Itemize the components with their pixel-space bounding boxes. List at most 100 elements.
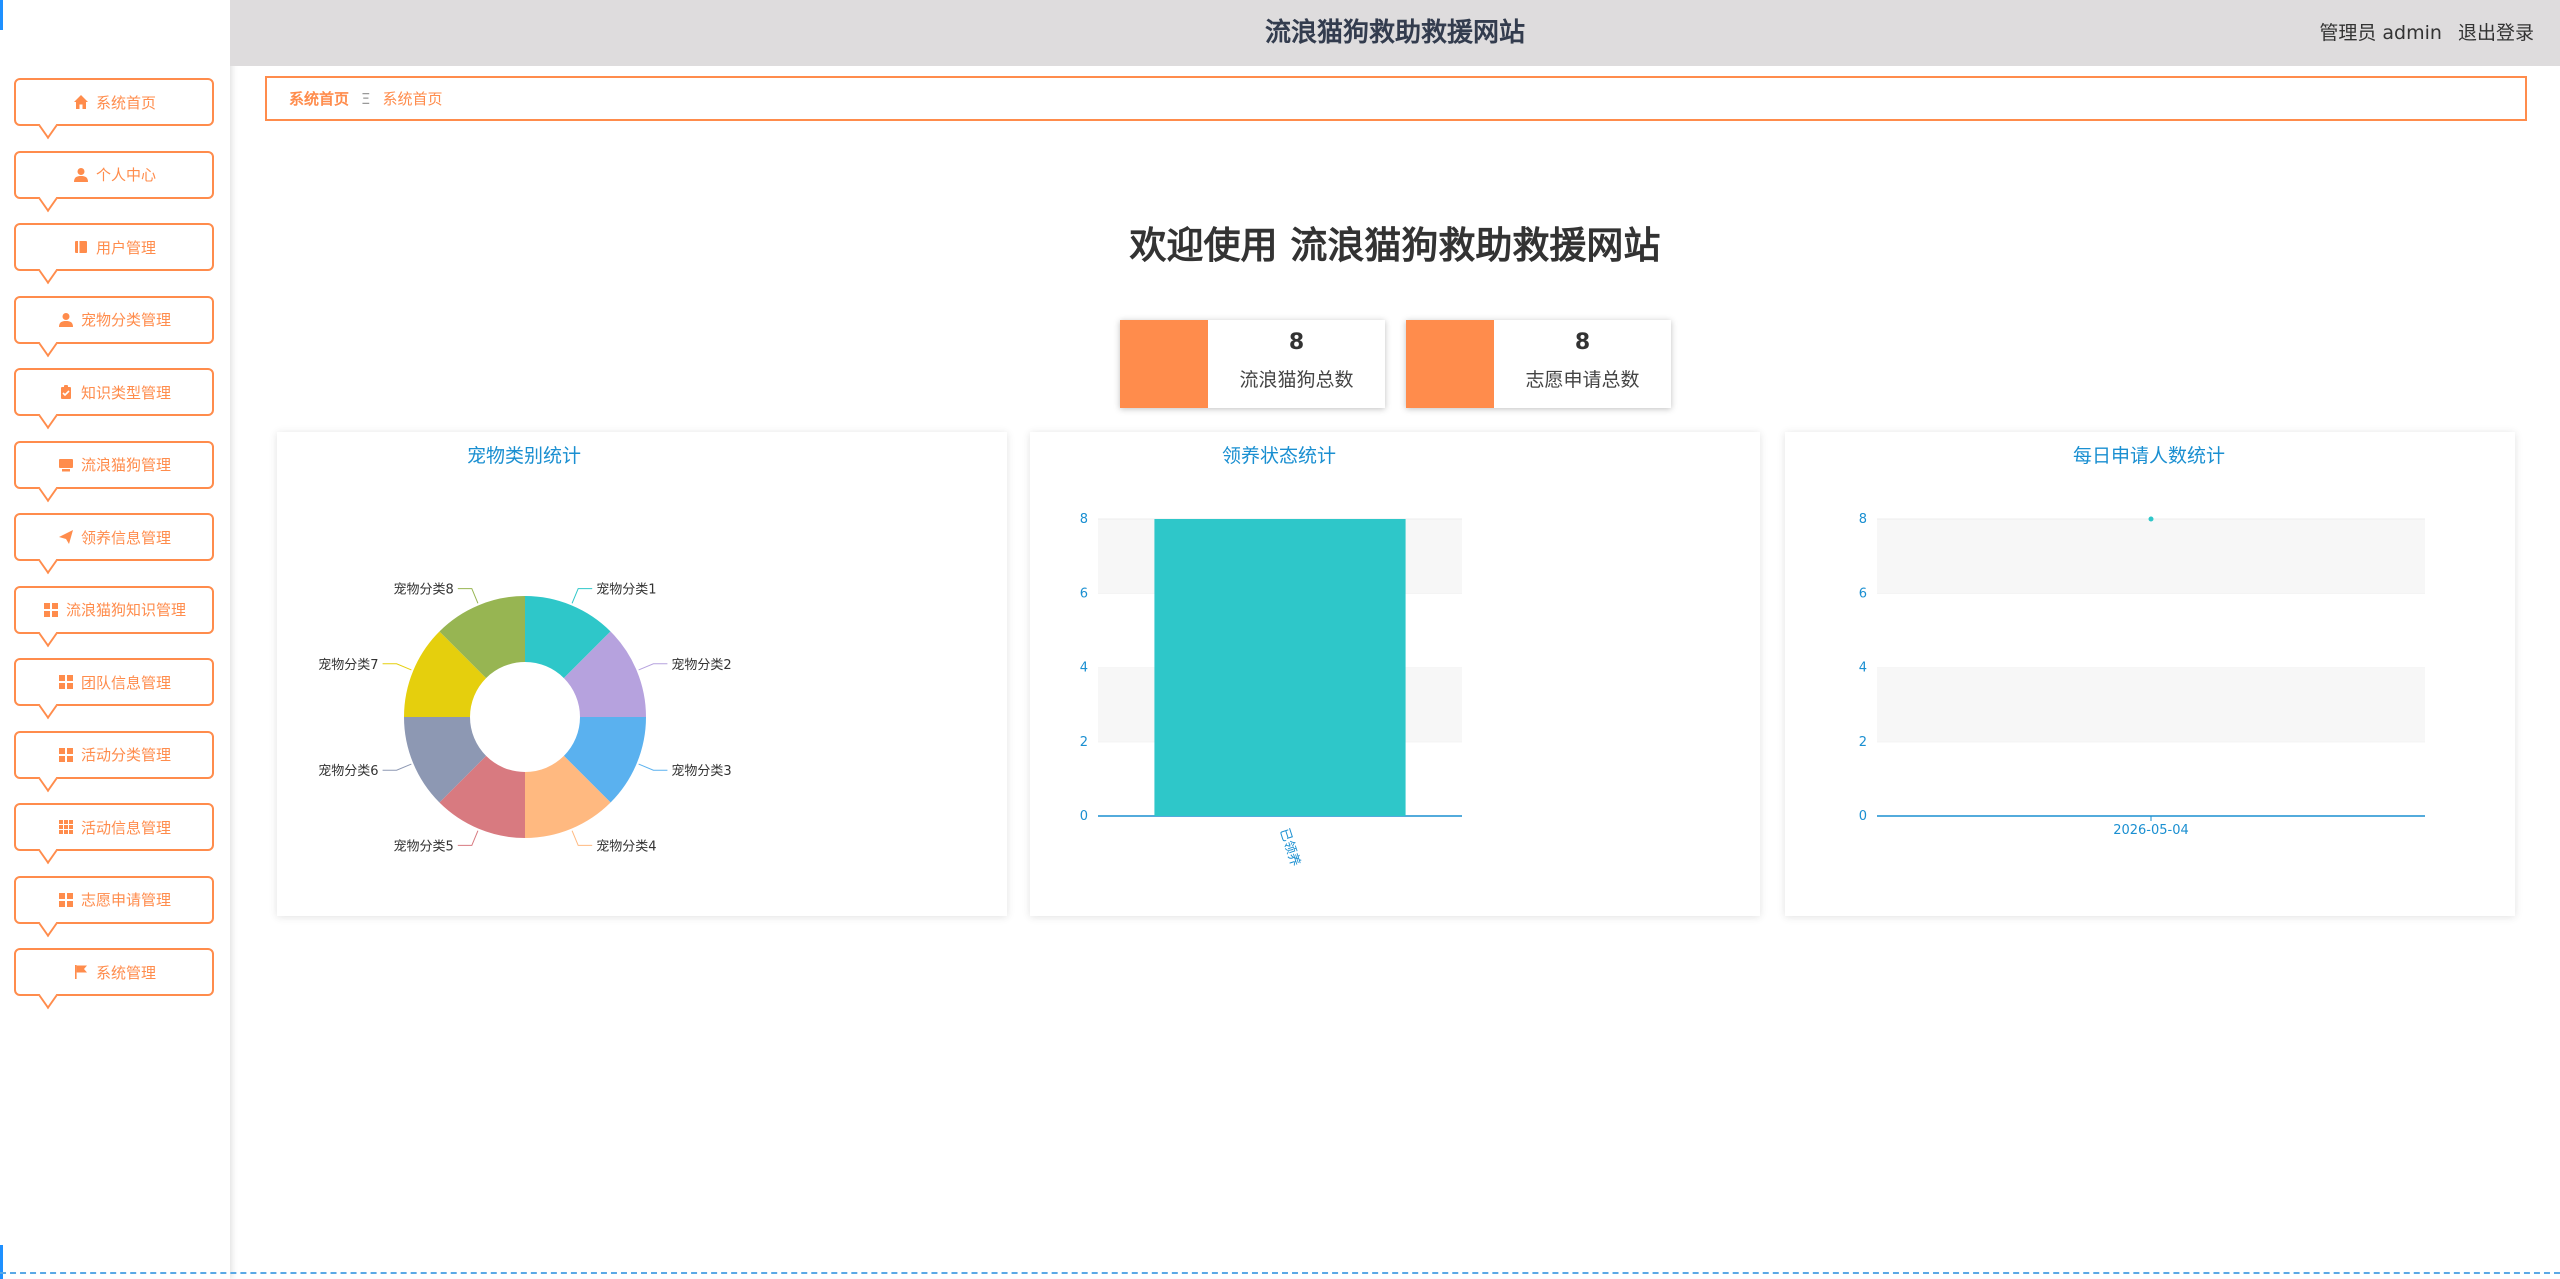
breadcrumb-home[interactable]: 系统首页 bbox=[289, 88, 349, 109]
chart-title: 领养状态统计 bbox=[1222, 445, 1336, 467]
sidebar-item-8[interactable]: 团队信息管理 bbox=[14, 658, 214, 706]
stat-label: 志愿申请总数 bbox=[1525, 369, 1640, 391]
pie-label-line bbox=[457, 830, 479, 846]
sidebar-item-label: 领养信息管理 bbox=[80, 528, 171, 547]
sidebar-item-6[interactable]: 领养信息管理 bbox=[14, 513, 214, 561]
sidebar-item-label: 活动分类管理 bbox=[80, 746, 171, 764]
sidebar-item-1[interactable]: 个人中心 bbox=[14, 150, 214, 199]
sidebar-item-label: 用户管理 bbox=[95, 238, 156, 257]
pie-label: 宠物分类7 bbox=[318, 657, 378, 673]
clipboard-icon bbox=[57, 383, 75, 401]
stat-value: 8 bbox=[1574, 330, 1591, 355]
sidebar-item-label: 个人中心 bbox=[95, 166, 156, 184]
pie-label-line bbox=[638, 763, 668, 771]
sidebar-item-label: 系统管理 bbox=[95, 963, 156, 982]
y-tick-label: 6 bbox=[1080, 586, 1088, 601]
y-tick-label: 8 bbox=[1859, 512, 1867, 527]
sidebar-item-10[interactable]: 活动信息管理 bbox=[14, 803, 214, 851]
app-root: 系统首页 个人中心 用户管理 宠物分类管理 知识类型管理 流浪猫狗管理 领养信息管理 流浪猫狗… bbox=[0, 0, 2560, 1279]
pie-label-line bbox=[638, 663, 668, 671]
grid-band bbox=[1877, 519, 2425, 594]
monitor-icon bbox=[57, 456, 75, 474]
grid-icon bbox=[57, 891, 75, 909]
sidebar-item-5[interactable]: 流浪猫狗管理 bbox=[14, 440, 214, 489]
site-title: 流浪猫狗救助救援网站 bbox=[1264, 18, 1525, 48]
sidebar-item-7[interactable]: 流浪猫狗知识管理 bbox=[14, 585, 214, 634]
sidebar-item-4[interactable]: 知识类型管理 bbox=[14, 368, 214, 416]
y-tick-label: 4 bbox=[1859, 661, 1867, 676]
scatter-chart: 每日申请人数统计 0 2 4 6 8 2026-05-04 bbox=[1859, 445, 2425, 838]
stat-card-applications: 8 志愿申请总数 bbox=[1406, 320, 1671, 408]
grid-icon bbox=[42, 601, 60, 619]
bar-chart: 领养状态统计 0 2 4 6 8 已领养 bbox=[1080, 445, 1462, 868]
pie-label: 宠物分类5 bbox=[394, 838, 454, 854]
pie-label-line bbox=[571, 830, 593, 846]
send-icon bbox=[57, 528, 75, 546]
user-icon bbox=[57, 311, 75, 329]
y-tick-label: 6 bbox=[1859, 586, 1867, 601]
welcome-heading: 欢迎使用 流浪猫狗救助救援网站 bbox=[1129, 224, 1661, 267]
bar bbox=[1154, 519, 1406, 816]
breadcrumb-separator: Ξ bbox=[361, 89, 371, 108]
home-icon bbox=[72, 93, 90, 111]
logout-link[interactable]: 退出登录 bbox=[2458, 22, 2534, 44]
pie-label-line bbox=[571, 588, 593, 604]
sidebar-item-0[interactable]: 系统首页 bbox=[14, 78, 214, 126]
pie-label: 宠物分类4 bbox=[596, 838, 656, 854]
stat-label: 流浪猫狗总数 bbox=[1239, 369, 1354, 391]
sidebar-item-9[interactable]: 活动分类管理 bbox=[14, 730, 214, 779]
chart-title: 宠物类别统计 bbox=[467, 445, 581, 467]
y-tick-label: 0 bbox=[1859, 809, 1867, 824]
breadcrumb: 系统首页 Ξ 系统首页 bbox=[265, 76, 2527, 121]
pie-label: 宠物分类1 bbox=[596, 582, 656, 598]
sidebar-item-2[interactable]: 用户管理 bbox=[14, 223, 214, 271]
sidebar-item-12[interactable]: 系统管理 bbox=[14, 948, 214, 996]
grid-icon bbox=[57, 673, 75, 691]
sidebar-item-label: 活动信息管理 bbox=[80, 818, 171, 837]
apps-icon bbox=[57, 818, 75, 836]
pie-chart: 宠物类别统计宠物分类1 宠物分类2 宠物分类3 宠物分类4 宠物分类5 宠物分类6 宠物分类… bbox=[318, 445, 731, 854]
admin-label: 管理员 admin bbox=[2319, 22, 2442, 44]
grid-band bbox=[1877, 667, 2425, 742]
sidebar-item-3[interactable]: 宠物分类管理 bbox=[14, 295, 214, 344]
breadcrumb-current: 系统首页 bbox=[382, 90, 443, 108]
sidebar: 系统首页个人中心用户管理宠物分类管理 知识类型管理 流浪猫狗管理 领养信息管理流浪猫狗… bbox=[0, 0, 230, 1279]
corner-marker bbox=[0, 0, 3, 30]
panel-pet-category-chart: 宠物类别统计宠物分类1 宠物分类2 宠物分类3 宠物分类4 宠物分类5 宠物分类6 宠物分类… bbox=[277, 432, 1007, 916]
user-icon bbox=[72, 166, 90, 184]
sidebar-item-label: 系统首页 bbox=[95, 93, 156, 112]
sidebar-item-label: 志愿申请管理 bbox=[80, 891, 171, 909]
sidebar-item-label: 宠物分类管理 bbox=[80, 311, 171, 329]
sidebar-item-label: 团队信息管理 bbox=[80, 673, 171, 692]
header: 流浪猫狗救助救援网站 管理员 admin 退出登录 bbox=[230, 0, 2560, 66]
user-area: 管理员 admin 退出登录 bbox=[2309, 0, 2534, 66]
grid-icon bbox=[57, 746, 75, 764]
y-tick-label: 0 bbox=[1080, 809, 1088, 824]
pie-label: 宠物分类6 bbox=[318, 763, 378, 779]
stat-card-strays: 8 流浪猫狗总数 bbox=[1120, 320, 1385, 408]
x-tick-label: 已领养 bbox=[1276, 826, 1303, 868]
sidebar-item-label: 知识类型管理 bbox=[80, 383, 171, 402]
pie-label-line bbox=[457, 588, 479, 604]
stat-swatch bbox=[1406, 320, 1494, 408]
y-tick-label: 8 bbox=[1080, 512, 1088, 527]
panel-adoption-status-chart: 领养状态统计 0 2 4 6 8 已领养 bbox=[1030, 432, 1760, 916]
pie-label-line bbox=[382, 763, 412, 771]
stat-swatch bbox=[1120, 320, 1208, 408]
flag-icon bbox=[72, 963, 90, 981]
y-tick-label: 4 bbox=[1080, 661, 1088, 676]
y-tick-label: 2 bbox=[1859, 735, 1867, 750]
y-tick-label: 2 bbox=[1080, 735, 1088, 750]
pie-label: 宠物分类2 bbox=[671, 657, 731, 673]
data-point bbox=[2148, 516, 2154, 522]
stat-value: 8 bbox=[1288, 330, 1305, 355]
pie-label: 宠物分类3 bbox=[671, 763, 731, 779]
book-icon bbox=[72, 238, 90, 256]
sidebar-item-label: 流浪猫狗管理 bbox=[80, 456, 171, 474]
sidebar-item-11[interactable]: 志愿申请管理 bbox=[14, 875, 214, 924]
sidebar-menu: 系统首页个人中心用户管理宠物分类管理 知识类型管理 流浪猫狗管理 领养信息管理流浪猫狗… bbox=[14, 78, 214, 1021]
bottom-dashed-line bbox=[0, 1272, 2560, 1274]
chart-title: 每日申请人数统计 bbox=[2073, 445, 2225, 467]
panel-daily-applicants-chart: 每日申请人数统计 0 2 4 6 8 2026-05-04 bbox=[1785, 432, 2515, 916]
grid-band bbox=[1877, 593, 2425, 668]
